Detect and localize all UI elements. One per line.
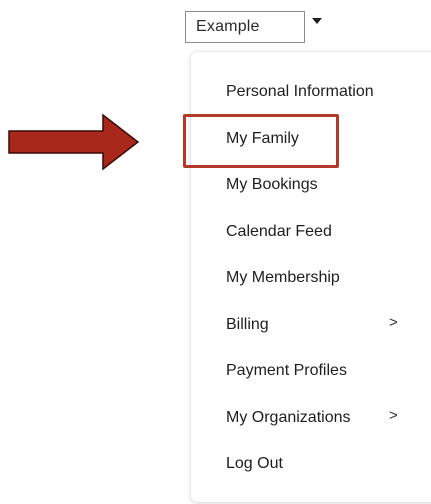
menu-item-label: Billing: [226, 316, 269, 333]
account-name-field[interactable]: Example: [185, 11, 305, 43]
menu-item-personal-information[interactable]: Personal Information: [226, 78, 426, 106]
menu-item-billing[interactable]: Billing >: [226, 311, 426, 339]
arrow-right-icon: [8, 113, 140, 171]
menu-item-my-membership[interactable]: My Membership: [226, 264, 426, 292]
menu-item-label: Personal Information: [226, 83, 374, 100]
menu-item-my-organizations[interactable]: My Organizations >: [226, 404, 426, 432]
menu-item-label: My Organizations: [226, 409, 351, 426]
menu-item-label: Payment Profiles: [226, 362, 347, 379]
chevron-right-icon: >: [389, 407, 398, 424]
chevron-right-icon: >: [389, 314, 398, 331]
menu-item-calendar-feed[interactable]: Calendar Feed: [226, 218, 426, 246]
caret-down-icon[interactable]: [312, 18, 322, 24]
account-name-label: Example: [196, 18, 260, 35]
menu-item-label: My Bookings: [226, 176, 318, 193]
highlight-annotation-box: [183, 114, 339, 168]
menu-item-payment-profiles[interactable]: Payment Profiles: [226, 357, 426, 385]
menu-item-label: Calendar Feed: [226, 223, 332, 240]
menu-item-my-bookings[interactable]: My Bookings: [226, 171, 426, 199]
menu-item-label: My Membership: [226, 269, 340, 286]
menu-item-log-out[interactable]: Log Out: [226, 450, 426, 478]
screenshot-stage: Example Personal Information My Family M…: [0, 0, 431, 504]
menu-item-label: Log Out: [226, 455, 283, 472]
